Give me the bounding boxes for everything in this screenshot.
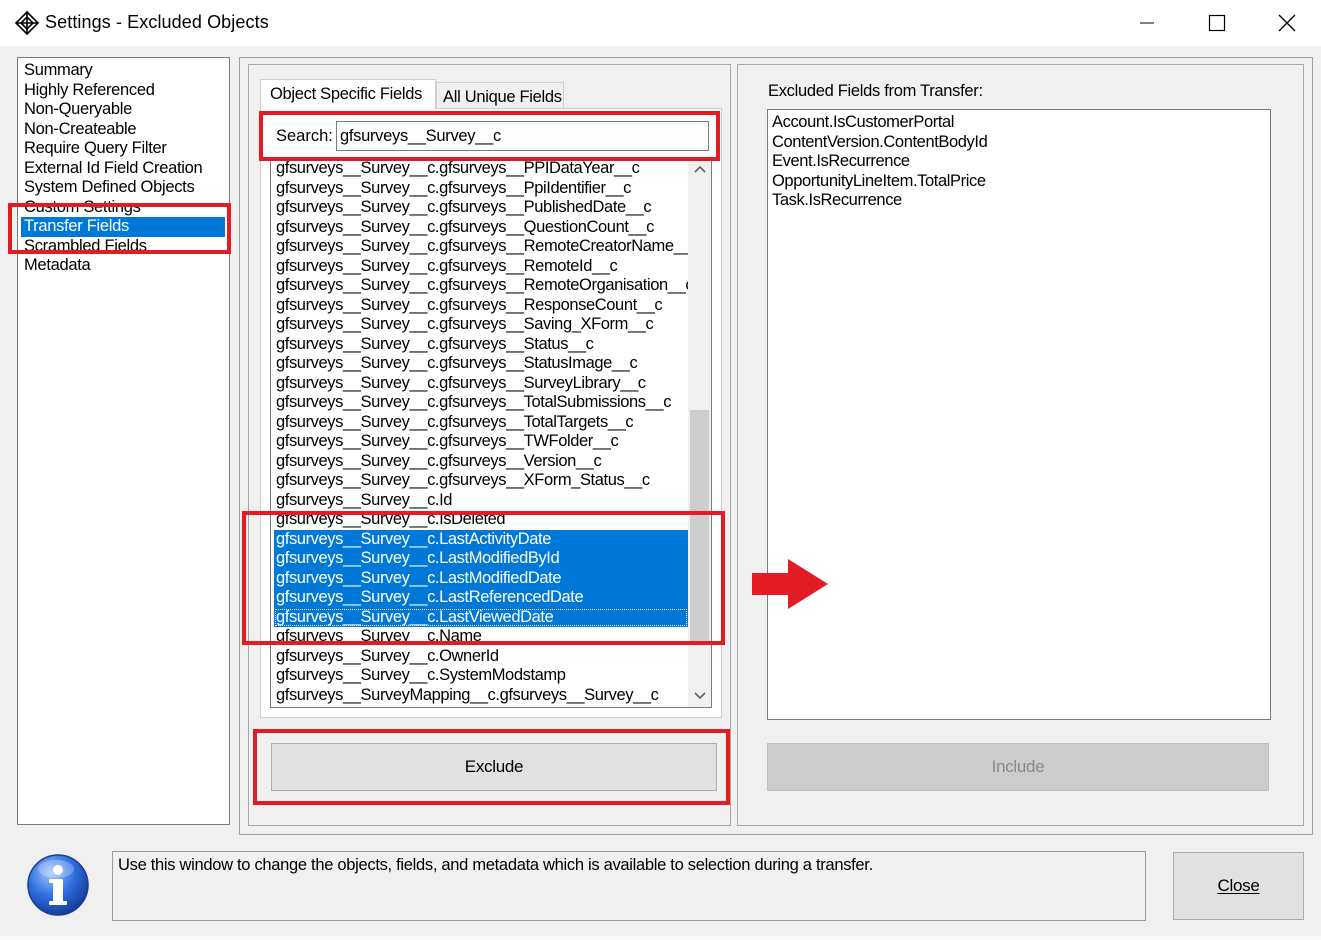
exclude-button[interactable]: Exclude	[271, 743, 717, 791]
list-item[interactable]: gfsurveys__Survey__c.OwnerId	[274, 647, 688, 667]
chevron-down-icon	[693, 692, 706, 700]
list-item[interactable]: gfsurveys__Survey__c.Id	[274, 491, 688, 511]
nav-item-metadata[interactable]: Metadata	[21, 256, 225, 276]
info-description: Use this window to change the objects, f…	[112, 851, 1146, 921]
excluded-fields-list[interactable]: Account.IsCustomerPortal ContentVersion.…	[767, 109, 1271, 720]
nav-item-transfer-fields[interactable]: Transfer Fields	[21, 217, 225, 237]
search-input[interactable]	[336, 121, 709, 151]
list-item[interactable]: gfsurveys__Survey__c.gfsurveys__TotalTar…	[274, 413, 688, 433]
close-icon	[1278, 14, 1296, 32]
excluded-list-item[interactable]: OpportunityLineItem.TotalPrice	[772, 172, 986, 192]
scroll-up-button[interactable]	[688, 158, 711, 180]
arrow-right-icon	[752, 559, 828, 609]
close-window-button[interactable]	[1252, 0, 1321, 46]
list-item[interactable]: gfsurveys__Survey__c.gfsurveys__Version_…	[274, 452, 688, 472]
close-button-label: Close	[1217, 876, 1260, 895]
tab-object-specific-fields[interactable]: Object Specific Fields	[260, 79, 436, 109]
list-item[interactable]: gfsurveys__Survey__c.IsDeleted	[274, 510, 688, 530]
list-item[interactable]: gfsurveys__Survey__c.gfsurveys__XForm_St…	[274, 471, 688, 491]
list-item-selected[interactable]: gfsurveys__Survey__c.LastActivityDate	[274, 529, 688, 549]
info-icon	[27, 854, 89, 916]
nav-item-summary[interactable]: Summary	[21, 61, 225, 81]
app-icon	[14, 10, 40, 36]
nav-item-non-queryable[interactable]: Non-Queryable	[21, 100, 225, 120]
close-button[interactable]: Close	[1173, 852, 1304, 920]
excluded-list-item[interactable]: Event.IsRecurrence	[772, 152, 910, 172]
tab-all-unique-fields[interactable]: All Unique Fields	[436, 82, 564, 109]
nav-item-external-id-field-creation[interactable]: External Id Field Creation	[21, 159, 225, 179]
bottom-edge	[0, 936, 1321, 940]
list-item[interactable]: gfsurveys__Survey__c.gfsurveys__TWFolder…	[274, 432, 688, 452]
list-item[interactable]: gfsurveys__Survey__c.gfsurveys__SurveyLi…	[274, 374, 688, 394]
excluded-list-item[interactable]: Task.IsRecurrence	[772, 191, 902, 211]
list-item[interactable]: gfsurveys__Survey__c.gfsurveys__Publishe…	[274, 198, 688, 218]
minimize-icon	[1140, 22, 1154, 24]
field-list[interactable]: gfsurveys__Survey__c.gfsurveys__PPIDataY…	[270, 157, 712, 708]
list-item-selected[interactable]: gfsurveys__Survey__c.LastReferencedDate	[274, 588, 688, 608]
vertical-scrollbar[interactable]	[688, 158, 711, 707]
list-item-selected[interactable]: gfsurveys__Survey__c.LastViewedDate	[274, 607, 688, 627]
search-label: Search:	[276, 127, 333, 145]
title-bar: Settings - Excluded Objects	[0, 0, 1321, 46]
list-item[interactable]: gfsurveys__Survey__c.gfsurveys__Response…	[274, 296, 688, 316]
minimize-button[interactable]	[1112, 0, 1182, 46]
scroll-down-button[interactable]	[688, 685, 711, 707]
maximize-icon	[1208, 14, 1226, 32]
list-item-selected[interactable]: gfsurveys__Survey__c.LastModifiedDate	[274, 568, 688, 588]
nav-item-non-createable[interactable]: Non-Createable	[21, 120, 225, 140]
excluded-fields-label: Excluded Fields from Transfer:	[768, 82, 983, 100]
nav-item-scrambled-fields[interactable]: Scrambled Fields	[21, 237, 225, 257]
list-item[interactable]: gfsurveys__Survey__c.SystemModstamp	[274, 666, 688, 686]
nav-item-highly-referenced[interactable]: Highly Referenced	[21, 81, 225, 101]
settings-category-list[interactable]: Summary Highly Referenced Non-Queryable …	[17, 57, 230, 825]
maximize-button[interactable]	[1182, 0, 1252, 46]
nav-item-require-query-filter[interactable]: Require Query Filter	[21, 139, 225, 159]
window-title: Settings - Excluded Objects	[45, 12, 269, 32]
list-item[interactable]: gfsurveys__Survey__c.gfsurveys__StatusIm…	[274, 354, 688, 374]
nav-item-system-defined-objects[interactable]: System Defined Objects	[21, 178, 225, 198]
scrollbar-thumb[interactable]	[690, 410, 709, 645]
excluded-list-item[interactable]: Account.IsCustomerPortal	[772, 113, 954, 133]
list-item[interactable]: gfsurveys__SurveyMapping__c.gfsurveys__S…	[274, 686, 688, 706]
list-item[interactable]: gfsurveys__Survey__c.Name	[274, 627, 688, 647]
list-item-selected[interactable]: gfsurveys__Survey__c.LastModifiedById	[274, 549, 688, 569]
list-item[interactable]: gfsurveys__Survey__c.gfsurveys__Question…	[274, 218, 688, 238]
include-button[interactable]: Include	[767, 743, 1269, 791]
chevron-up-icon	[693, 165, 706, 173]
list-item[interactable]: gfsurveys__Survey__c.gfsurveys__Status__…	[274, 335, 688, 355]
list-item[interactable]: gfsurveys__Survey__c.gfsurveys__Saving_X…	[274, 315, 688, 335]
list-item[interactable]: gfsurveys__Survey__c.gfsurveys__PPIDataY…	[274, 159, 688, 179]
nav-item-custom-settings[interactable]: Custom Settings	[21, 198, 225, 218]
list-item[interactable]: gfsurveys__Survey__c.gfsurveys__TotalSub…	[274, 393, 688, 413]
list-item[interactable]: gfsurveys__Survey__c.gfsurveys__RemoteCr…	[274, 237, 688, 257]
list-item[interactable]: gfsurveys__Survey__c.gfsurveys__PpiIdent…	[274, 179, 688, 199]
list-item[interactable]: gfsurveys__Survey__c.gfsurveys__RemoteId…	[274, 257, 688, 277]
list-item[interactable]: gfsurveys__Survey__c.gfsurveys__RemoteOr…	[274, 276, 688, 296]
excluded-list-item[interactable]: ContentVersion.ContentBodyId	[772, 133, 988, 153]
